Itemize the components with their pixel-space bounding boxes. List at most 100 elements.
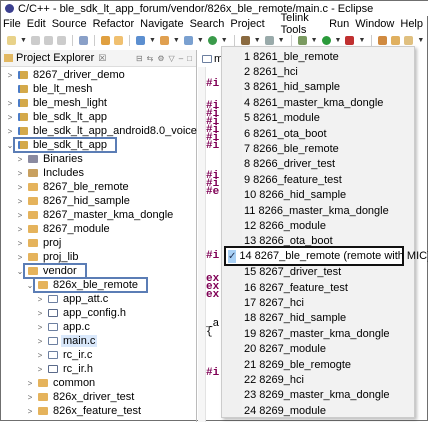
chevron-right-icon[interactable]: > bbox=[35, 323, 45, 332]
open-folder-icon[interactable] bbox=[378, 35, 388, 45]
build-config-item[interactable]: 4 8261_master_kma_dongle bbox=[244, 95, 383, 110]
tree-item[interactable]: ble_lt_mesh bbox=[5, 82, 94, 96]
menu-help[interactable]: Help bbox=[400, 18, 423, 30]
chevron-right-icon[interactable]: > bbox=[15, 211, 25, 220]
chevron-right-icon[interactable]: > bbox=[15, 169, 25, 178]
tree-item[interactable]: > ble_mesh_light bbox=[5, 96, 109, 110]
build-config-item[interactable]: 7 8266_ble_remote bbox=[244, 141, 339, 156]
build-config-item[interactable]: 9 8266_feature_test bbox=[244, 172, 342, 187]
tree-item[interactable]: > common bbox=[25, 376, 97, 390]
chevron-right-icon[interactable]: > bbox=[5, 113, 15, 122]
chevron-right-icon[interactable]: > bbox=[5, 71, 15, 80]
tree-item[interactable]: > app_config.h bbox=[35, 306, 128, 320]
chevron-right-icon[interactable]: > bbox=[15, 253, 25, 262]
menu-refactor[interactable]: Refactor bbox=[93, 18, 135, 30]
tree-item[interactable]: >8267_driver_demo bbox=[5, 68, 127, 82]
code-line[interactable]: #i bbox=[206, 140, 219, 152]
build-config-item[interactable]: ✓ 14 8267_ble_remote (remote with MIC) bbox=[224, 246, 428, 267]
tree-item[interactable]: > proj_lib bbox=[15, 250, 80, 264]
menu-navigate[interactable]: Navigate bbox=[140, 18, 183, 30]
tree-item[interactable]: > rc_ir.c bbox=[35, 348, 94, 362]
bug-icon[interactable] bbox=[113, 35, 123, 45]
chevron-right-icon[interactable]: > bbox=[35, 309, 45, 318]
chevron-right-icon[interactable]: > bbox=[15, 239, 25, 248]
minimize-icon[interactable]: – bbox=[179, 54, 183, 63]
code-line[interactable]: #i bbox=[206, 78, 219, 90]
menu-search[interactable]: Search bbox=[190, 18, 225, 30]
build-dropdown[interactable]: ▼ bbox=[254, 37, 261, 44]
tree-item[interactable]: >826x_feature_test bbox=[25, 404, 143, 418]
build-config-item[interactable]: 19 8267_master_kma_dongle bbox=[244, 326, 390, 341]
tree-item[interactable]: > ble_sdk_lt_app bbox=[5, 110, 109, 124]
chevron-down-icon[interactable]: ⌄ bbox=[5, 141, 15, 150]
collapse-all-icon[interactable]: ⊟ bbox=[136, 54, 143, 63]
tree-item[interactable]: >826x_driver_test bbox=[25, 390, 136, 404]
open-type-icon[interactable] bbox=[78, 35, 88, 45]
chevron-down-icon[interactable]: ▼ bbox=[20, 37, 27, 44]
menu-run[interactable]: Run bbox=[329, 18, 349, 30]
tree-item[interactable]: > app.c bbox=[35, 320, 92, 334]
build-config-item[interactable]: 8 8266_driver_test bbox=[244, 157, 335, 172]
chevron-right-icon[interactable]: > bbox=[35, 295, 45, 304]
chevron-right-icon[interactable]: > bbox=[5, 99, 15, 108]
build-config-item[interactable]: 21 8269_ble_remogte bbox=[244, 357, 351, 372]
build-config-item[interactable]: 15 8267_driver_test bbox=[244, 265, 341, 280]
tree-item[interactable]: > app_att.c bbox=[35, 292, 110, 306]
build-config-item[interactable]: 6 8261_ota_boot bbox=[244, 126, 327, 141]
build-hammer-icon[interactable] bbox=[240, 35, 250, 45]
link-editor-icon[interactable]: ⇆ bbox=[147, 54, 154, 63]
save-icon[interactable] bbox=[30, 35, 40, 45]
folder-icon[interactable] bbox=[391, 35, 401, 45]
tree-item[interactable]: >8267_module bbox=[15, 222, 112, 236]
build-config-item[interactable]: 23 8269_master_kma_dongle bbox=[244, 388, 390, 403]
chevron-down-icon[interactable]: ⌄ bbox=[15, 267, 25, 276]
chevron-right-icon[interactable]: > bbox=[25, 407, 35, 416]
code-line[interactable]: #e bbox=[206, 186, 219, 198]
menu-source[interactable]: Source bbox=[52, 18, 87, 30]
maximize-icon[interactable]: □ bbox=[187, 54, 192, 63]
chevron-right-icon[interactable]: > bbox=[35, 351, 45, 360]
tree-item[interactable]: > main.c bbox=[35, 334, 98, 348]
menu-window[interactable]: Window bbox=[355, 18, 394, 30]
build-config-item[interactable]: 17 8267_hci bbox=[244, 295, 304, 310]
refresh-icon[interactable] bbox=[207, 35, 217, 45]
tree-item[interactable]: ⌄ 826x_ble_remote bbox=[25, 277, 149, 293]
tree-item[interactable]: > proj bbox=[15, 236, 63, 250]
project-explorer-tab[interactable]: Project Explorer ☒ ⊟ ⇆ ⚙ ▽ – □ bbox=[1, 50, 196, 67]
tree-item[interactable]: >8267_ble_remote bbox=[15, 180, 131, 194]
chevron-right-icon[interactable]: > bbox=[35, 337, 45, 346]
code-line[interactable]: ex bbox=[206, 289, 219, 301]
code-line[interactable]: #i bbox=[206, 367, 219, 379]
run-icon[interactable] bbox=[321, 35, 331, 45]
pen-icon[interactable] bbox=[100, 35, 110, 45]
build-config-item[interactable]: 2 8261_hci bbox=[244, 64, 298, 79]
tree-item[interactable]: ⌄ ble_sdk_lt_app bbox=[5, 137, 118, 153]
tree-item[interactable]: > Includes bbox=[15, 166, 86, 180]
print-icon[interactable] bbox=[56, 35, 66, 45]
build-config-item[interactable]: 10 8266_hid_sample bbox=[244, 188, 346, 203]
chevron-right-icon[interactable]: > bbox=[25, 393, 35, 402]
menu-project[interactable]: Project bbox=[230, 18, 264, 30]
build-config-item[interactable]: 22 8269_hci bbox=[244, 372, 304, 387]
chevron-right-icon[interactable]: > bbox=[25, 379, 35, 388]
debug-icon[interactable] bbox=[297, 35, 307, 45]
tree-item[interactable]: > ble_sdk_lt_app_android8.0_voice bbox=[5, 124, 199, 138]
tree-item[interactable]: > rc_ir.h bbox=[35, 362, 95, 376]
new-project-icon[interactable] bbox=[135, 35, 145, 45]
build-config-item[interactable]: 1 8261_ble_remote bbox=[244, 49, 339, 64]
view-menu-icon[interactable]: ▽ bbox=[169, 54, 175, 63]
build-config-item[interactable]: 12 8266_module bbox=[244, 218, 326, 233]
chevron-right-icon[interactable]: > bbox=[15, 225, 25, 234]
close-icon[interactable]: ☒ bbox=[98, 53, 106, 64]
chevron-down-icon[interactable]: ⌄ bbox=[25, 281, 35, 290]
chevron-right-icon[interactable]: > bbox=[5, 127, 15, 136]
build-config-item[interactable]: 3 8261_hid_sample bbox=[244, 80, 340, 95]
menu-file[interactable]: File bbox=[3, 18, 21, 30]
chevron-right-icon[interactable]: > bbox=[35, 365, 45, 374]
chevron-right-icon[interactable]: > bbox=[15, 155, 25, 164]
tree-item[interactable]: >8267_hid_sample bbox=[15, 194, 132, 208]
gear-icon[interactable] bbox=[264, 35, 274, 45]
code-line[interactable]: { bbox=[206, 326, 213, 338]
tree-item[interactable]: > Binaries bbox=[15, 152, 85, 166]
new-icon[interactable] bbox=[7, 35, 16, 45]
